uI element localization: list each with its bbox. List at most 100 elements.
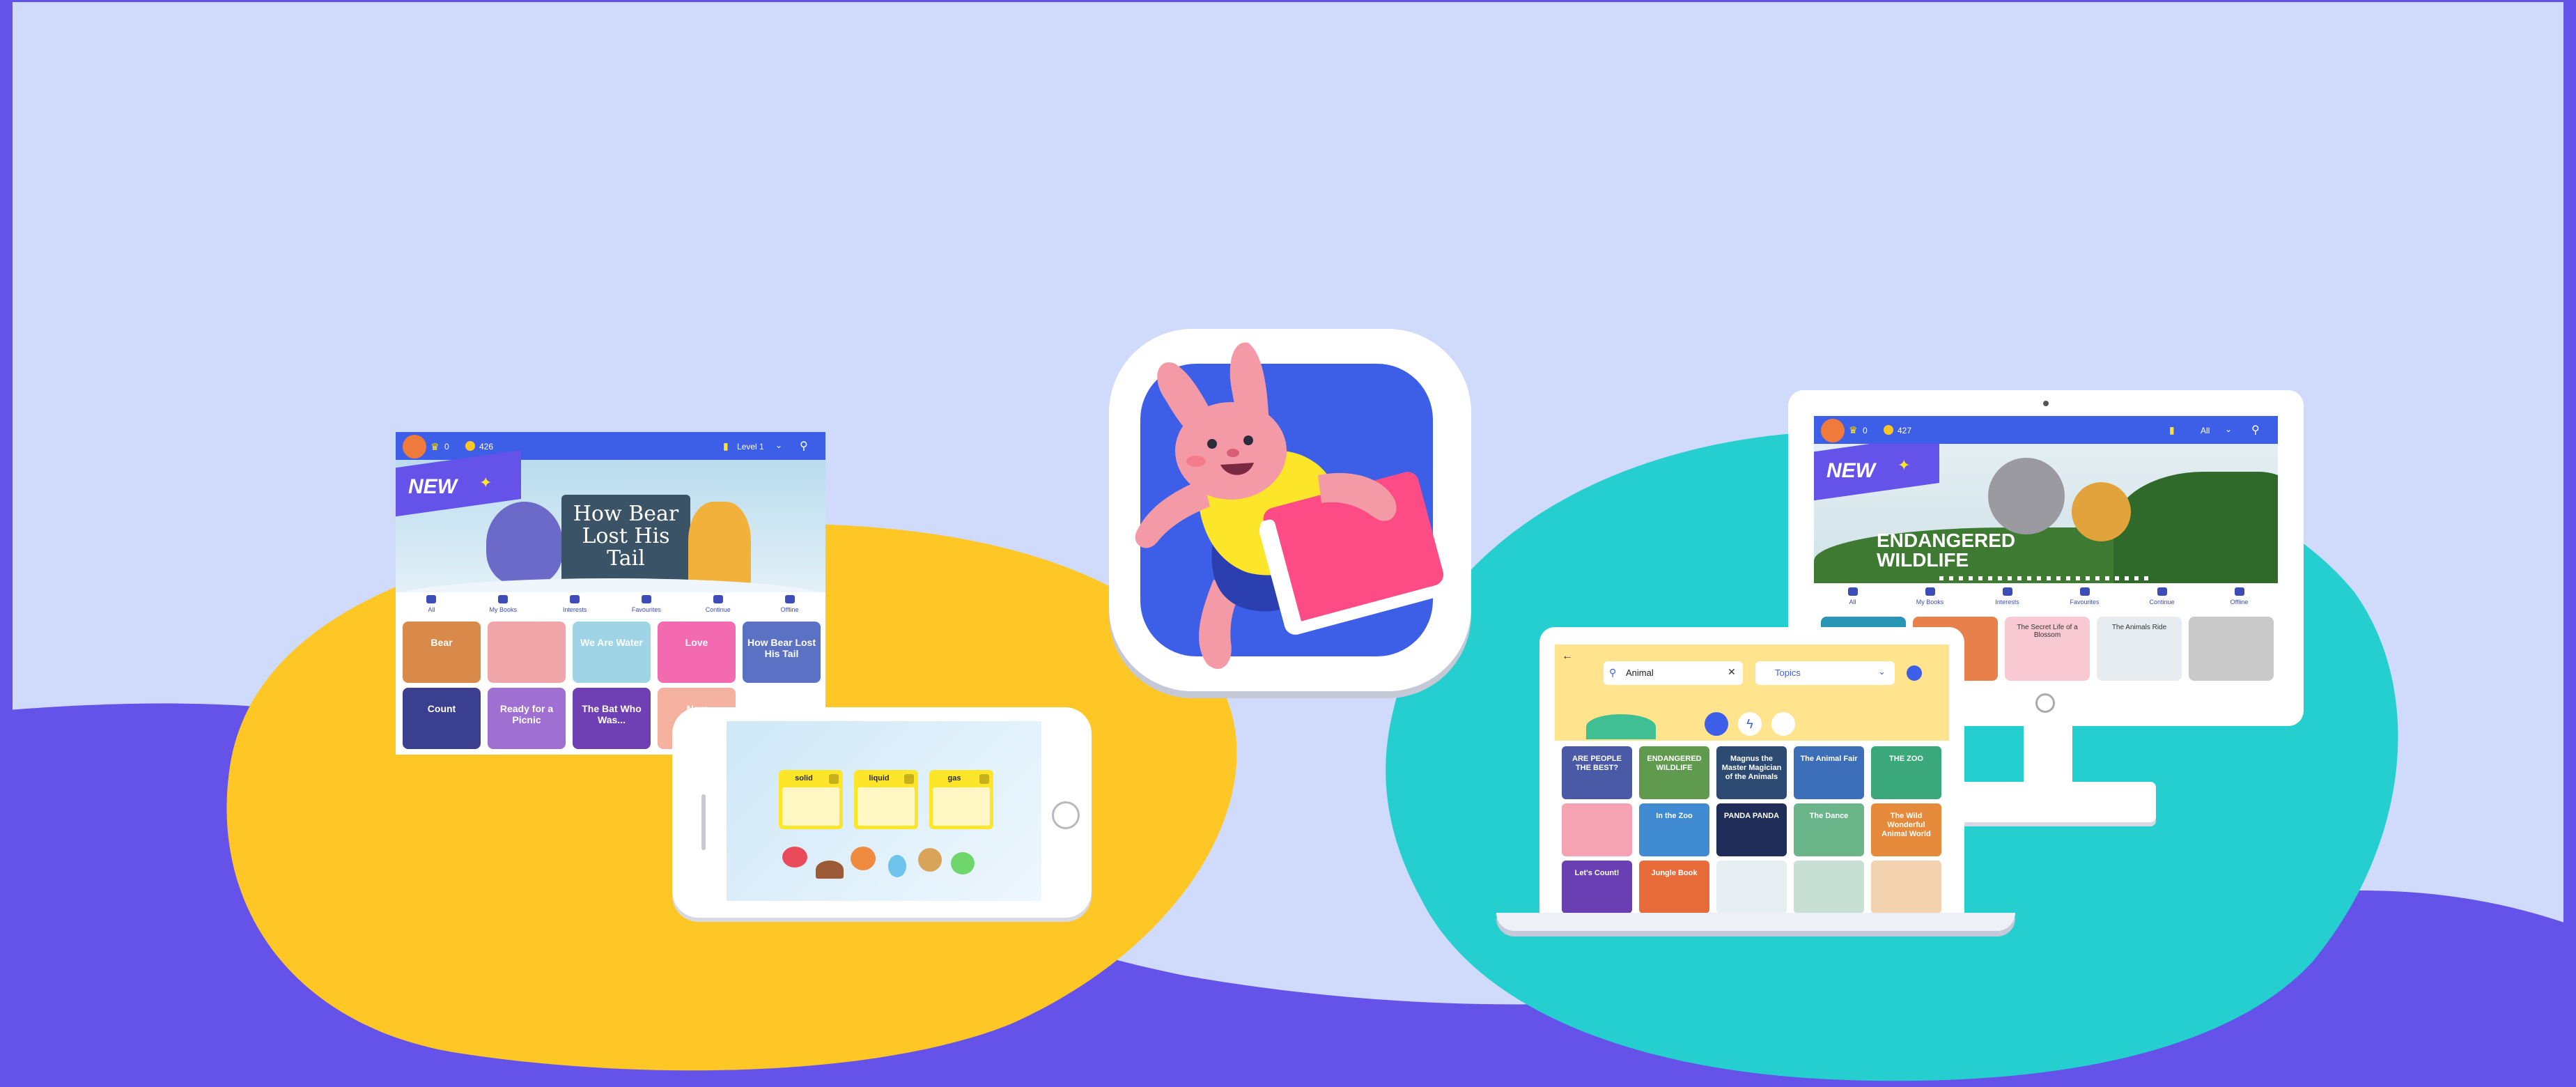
book-card[interactable]: The Wild Wonderful Animal World	[1871, 803, 1941, 856]
book-title: Let's Count!	[1574, 869, 1620, 877]
drop-zone[interactable]	[782, 787, 839, 826]
fox-avatar[interactable]	[1821, 419, 1845, 442]
tab-0[interactable]: All	[1822, 599, 1884, 606]
book-card[interactable]	[488, 622, 566, 683]
chevron-down-icon: ⌄	[1878, 666, 1886, 677]
cookie-sticker[interactable]	[918, 848, 942, 872]
tab-3[interactable]: Favourites	[2054, 599, 2116, 606]
nav-icon	[570, 595, 580, 603]
book-title: How Bear Lost His Tail	[747, 637, 816, 659]
state-card-solid[interactable]: solid	[779, 770, 843, 829]
book-card[interactable]: ENDANGERED WILDLIFE	[1639, 746, 1709, 799]
book-title: Ready for a Picnic	[499, 703, 554, 725]
book-card[interactable]	[1794, 861, 1864, 913]
tab-1[interactable]: My Books	[472, 606, 534, 613]
nav-icon	[1925, 587, 1935, 596]
tab-5[interactable]: Offline	[759, 606, 821, 613]
book-title: Jungle Book	[1651, 869, 1698, 877]
book-card[interactable]: ARE PEOPLE THE BEST?	[1562, 746, 1632, 799]
tab-3[interactable]: Favourites	[615, 606, 678, 613]
search-value: Animal	[1626, 668, 1654, 678]
book-card[interactable]	[1716, 861, 1787, 913]
book-card[interactable]: In the Zoo	[1639, 803, 1709, 856]
book-card[interactable]: Count	[403, 688, 481, 749]
tab-4[interactable]: Continue	[2131, 599, 2194, 606]
book-card[interactable]: How Bear Lost His Tail	[743, 622, 821, 683]
hat-sticker[interactable]	[816, 861, 844, 879]
search-icon: ⚲	[1609, 667, 1617, 678]
book-card[interactable]: THE ZOO	[1871, 746, 1941, 799]
book-card[interactable]: Let's Count!	[1562, 861, 1632, 913]
book-card[interactable]: The Secret Life of a Blossom	[2005, 617, 2090, 681]
back-arrow-icon[interactable]: ←	[1562, 650, 1573, 663]
laptop-screen: ← ⚲ Animal ✕ Topics ⌄ ϟ ARE PEOPLE THE B…	[1555, 645, 1949, 913]
topics-label: Topics	[1775, 668, 1801, 678]
tab-2[interactable]: Interests	[1976, 599, 2039, 606]
level-select[interactable]: Level 1	[737, 442, 764, 452]
coin-icon	[465, 441, 475, 451]
new-badge: NEW	[408, 475, 457, 498]
orange-sticker[interactable]	[851, 847, 876, 870]
book-card[interactable]: The Animal Fair	[1794, 746, 1864, 799]
lightning-icon[interactable]: ϟ	[1738, 712, 1762, 736]
nav-icon	[426, 595, 437, 603]
chevron-down-icon: ⌄	[2225, 424, 2233, 434]
topics-select[interactable]: Topics ⌄	[1755, 661, 1895, 685]
search-icon[interactable]: ⚲	[2251, 423, 2260, 437]
activity-mode-button[interactable]	[1771, 712, 1795, 736]
book-card[interactable]	[1871, 861, 1941, 913]
book-card[interactable]: Magnus the Master Magician of the Animal…	[1716, 746, 1787, 799]
state-card-liquid[interactable]: liquid	[854, 770, 918, 829]
filter-select[interactable]: All	[2201, 426, 2210, 435]
book-card[interactable]	[2189, 617, 2274, 681]
tab-4[interactable]: Continue	[687, 606, 750, 613]
green-blob-sticker[interactable]	[951, 852, 975, 874]
phone: solid liquid gas	[672, 707, 1092, 918]
tablet-banner[interactable]: NEW ✦ How Bear Lost His Tail	[396, 449, 825, 620]
book-card[interactable]: Bear	[403, 622, 481, 683]
carousel-dots[interactable]	[1939, 576, 2148, 580]
book-card[interactable]: The Dance	[1794, 803, 1864, 856]
book-card[interactable]: Love	[658, 622, 736, 683]
state-label: liquid	[869, 774, 890, 783]
monitor-button[interactable]	[2035, 693, 2055, 713]
state-card-gas[interactable]: gas	[929, 770, 993, 829]
state-label: gas	[947, 774, 961, 783]
book-title: The Animals Ride	[2111, 624, 2167, 631]
book-title: The Wild Wonderful Animal World	[1881, 812, 1931, 838]
cloud-decoration	[1586, 714, 1656, 739]
book-card[interactable]: The Bat Who Was...	[573, 688, 651, 749]
nav-icon	[2079, 587, 2090, 596]
tab-1[interactable]: My Books	[1899, 599, 1962, 606]
water-drop-sticker[interactable]	[888, 855, 906, 877]
lips-sticker[interactable]	[782, 847, 807, 868]
search-input[interactable]: ⚲ Animal ✕	[1604, 661, 1743, 685]
bunny-left-eye	[1207, 439, 1217, 449]
tab-2[interactable]: Interests	[543, 606, 606, 613]
book-card[interactable]: The Animals Ride	[2097, 617, 2182, 681]
tab-0[interactable]: All	[400, 606, 463, 613]
top-border	[0, 0, 2576, 2]
fox-avatar[interactable]	[403, 435, 426, 458]
book-card[interactable]: Jungle Book	[1639, 861, 1709, 913]
book-card[interactable]: We Are Water	[573, 622, 651, 683]
drop-zone[interactable]	[858, 787, 915, 826]
go-button[interactable]	[1907, 665, 1922, 681]
nav-icon	[2002, 587, 2012, 596]
book-mode-button[interactable]	[1705, 712, 1728, 736]
nav-icon	[498, 595, 509, 603]
stars-count: 0	[444, 442, 449, 452]
clear-icon[interactable]: ✕	[1728, 666, 1736, 678]
book-card[interactable]: PANDA PANDA	[1716, 803, 1787, 856]
monitor-banner[interactable]: NEW ✦ ENDANGERED WILDLIFE	[1814, 444, 2278, 583]
tab-5[interactable]: Offline	[2208, 599, 2271, 606]
image-icon	[979, 774, 989, 784]
book-card[interactable]: Ready for a Picnic	[488, 688, 566, 749]
book-card[interactable]	[1562, 803, 1632, 856]
search-icon[interactable]: ⚲	[800, 439, 808, 453]
drop-zone[interactable]	[933, 787, 990, 826]
book-title: We Are Water	[580, 637, 643, 648]
phone-home-button[interactable]	[1052, 801, 1080, 829]
book-title: The Secret Life of a Blossom	[2017, 624, 2078, 639]
stars-count: 0	[1863, 426, 1868, 435]
